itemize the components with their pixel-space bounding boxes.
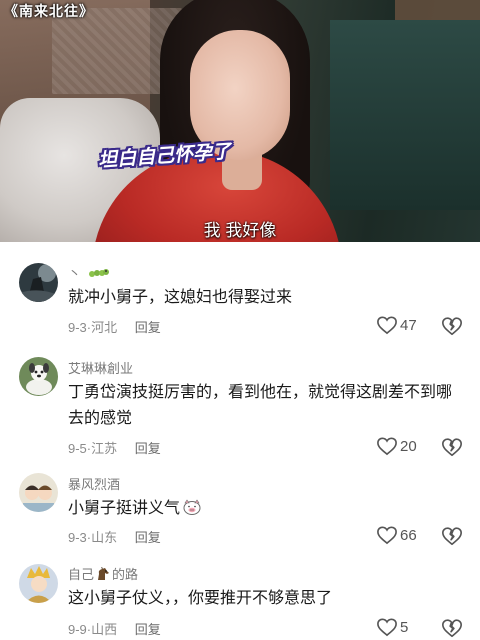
nickname-suffix: 的路 [112,567,139,582]
reply-button[interactable]: 回复 [135,530,161,545]
avatar[interactable] [19,473,58,512]
comment-location: 山西 [91,622,118,637]
broken-heart-icon[interactable] [441,436,463,458]
comment-nickname[interactable]: 自己 的路 [68,564,138,583]
broken-heart-icon[interactable] [441,525,463,547]
caterpillar-icon [88,269,109,277]
comment-nickname[interactable]: 暴风烈酒 [68,474,120,493]
comment-location: 山东 [91,530,118,545]
horse-icon [95,567,111,581]
broken-heart-icon[interactable] [441,617,463,639]
like-button[interactable]: 20 [376,436,417,456]
nickname-prefix: 自己 [68,567,95,582]
reply-button[interactable]: 回复 [135,441,161,456]
comment-meta: 9-3·山东 回复 [68,530,161,545]
reply-button[interactable]: 回复 [135,622,161,637]
avatar[interactable] [19,357,58,396]
comment-item: 丶 就冲小舅子，这媳妇也得娶过来 9-3·河北 回复 47 [0,242,480,347]
like-button[interactable]: 5 [376,617,408,637]
comment-date: 9-9 [68,622,87,637]
like-button[interactable]: 47 [376,315,417,335]
video-frame[interactable]: 《南来北往》 坦白自己怀孕了 我 我好像 [0,0,480,242]
comment-item: 暴风烈酒 小舅子挺讲义气 9-3·山东 回复 66 [0,469,480,564]
drama-title-tag: 《南来北往》 [4,3,94,19]
broken-heart-icon[interactable] [441,315,463,337]
heart-icon [377,526,397,545]
like-count: 47 [400,316,417,334]
comment-meta: 9-3·河北 回复 [68,320,161,335]
comment-meta: 9-5·江苏 回复 [68,441,161,456]
nickname-text: 丶 [68,266,82,281]
avatar[interactable] [19,564,58,603]
like-count: 66 [400,526,417,544]
comment-nickname[interactable]: 艾琳琳創业 [68,358,133,377]
comment-text: 丁勇岱演技挺厉害的，看到他在，就觉得这剧差不到哪去的感觉 [68,384,453,427]
comment-date: 9-3 [68,530,87,545]
comment-nickname[interactable]: 丶 [68,263,109,282]
like-count: 5 [400,618,409,636]
like-button[interactable]: 66 [376,525,417,545]
reply-button[interactable]: 回复 [135,320,161,335]
like-count: 20 [400,437,417,455]
comment-location: 江苏 [91,441,118,456]
comment-location: 河北 [91,320,118,335]
video-subtitle: 我 我好像 [203,221,277,240]
comment-item: 艾琳琳創业 丁勇岱演技挺厉害的，看到他在，就觉得这剧差不到哪去的感觉 9-5·江… [0,347,480,480]
comment-date: 9-5 [68,441,87,456]
background-window [330,20,480,210]
comment-date: 9-3 [68,320,87,335]
comment-meta: 9-9·山西 回复 [68,622,161,637]
comment-text: 就冲小舅子，这媳妇也得娶过来 [68,289,293,306]
heart-icon [377,316,397,335]
comment-text-content: 小舅子挺讲义气 [68,500,181,517]
heart-icon [377,618,397,637]
comment-text: 这小舅子仗义，，你要推开不够意思了 [68,590,333,607]
avatar[interactable] [19,263,58,302]
comment-text: 小舅子挺讲义气 [68,496,453,522]
pig-face-icon [183,499,201,515]
heart-icon [377,437,397,456]
comment-item: 自己 的路 这小舅子仗义，，你要推开不够意思了 9-9·山西 回复 5 [0,564,480,640]
